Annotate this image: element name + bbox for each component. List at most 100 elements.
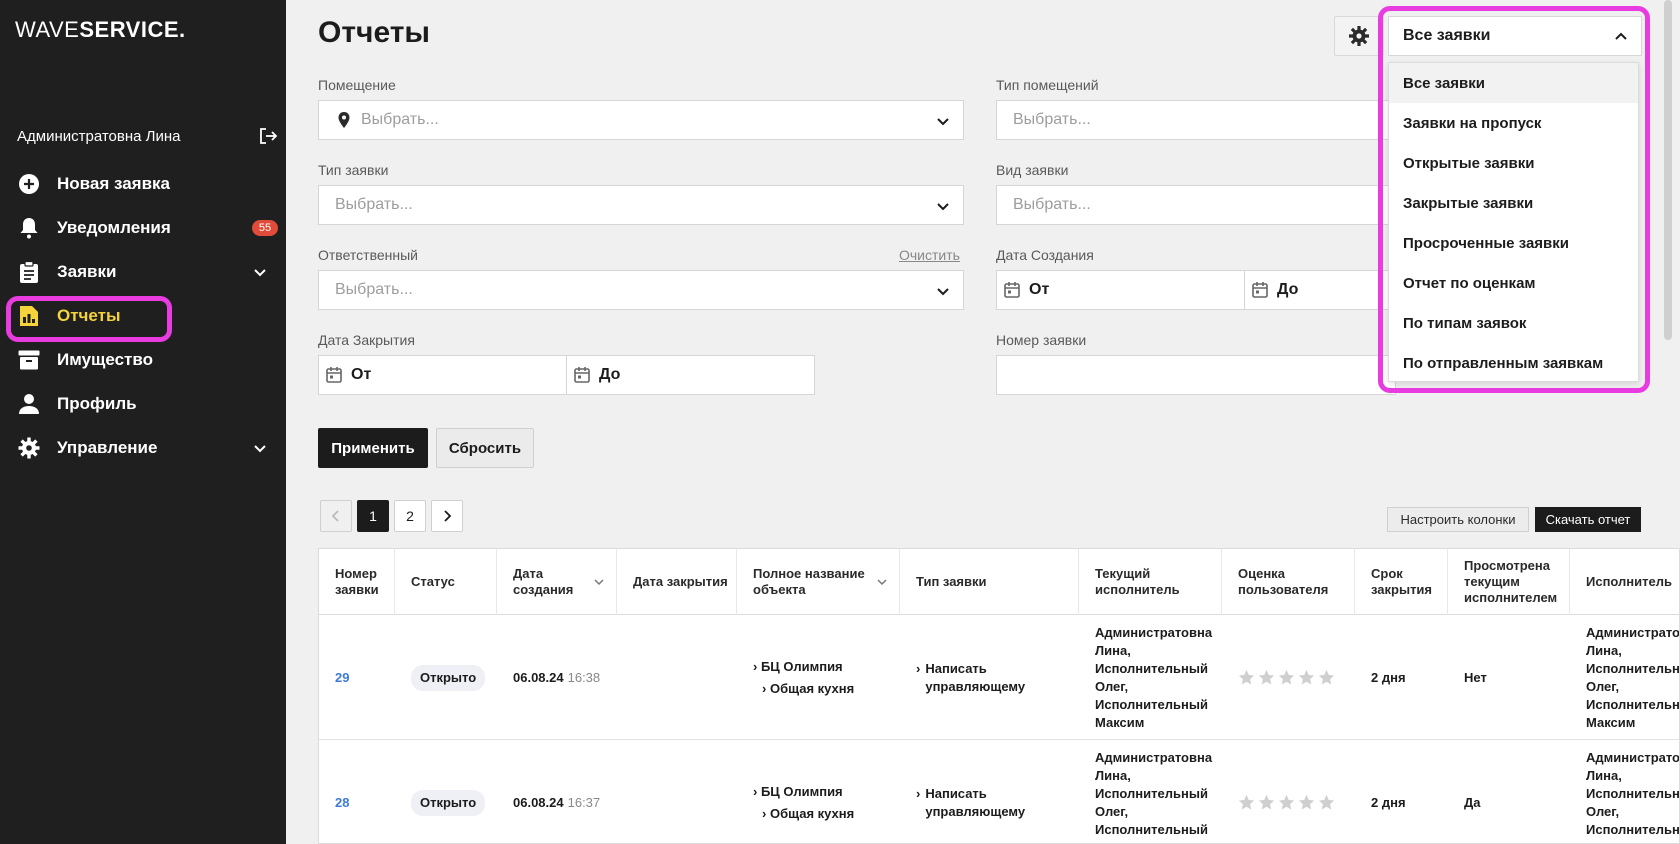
chevron-left-icon [331, 510, 339, 522]
star-icon [1258, 794, 1275, 810]
page-scrollbar[interactable] [1664, 0, 1672, 340]
notification-badge: 55 [252, 220, 278, 236]
date-to-label: До [1277, 281, 1299, 298]
sidebar-item-notifications[interactable]: Уведомления 55 [0, 206, 286, 250]
sidebar-item-reports[interactable]: Отчеты [0, 294, 286, 342]
logout-icon[interactable] [257, 125, 279, 147]
clear-link[interactable]: Очистить [899, 247, 960, 263]
request-kind-placeholder: Выбрать... [1013, 196, 1091, 213]
chevron-up-icon [1615, 32, 1627, 40]
request-number-input[interactable] [996, 355, 1396, 395]
star-icon [1298, 794, 1315, 810]
column-header-rating[interactable]: Оценка пользователя [1222, 549, 1355, 615]
sidebar: WAVESERVICE. Администратовна Лина Новая … [0, 0, 286, 844]
closed-to-field[interactable]: До [566, 355, 815, 395]
request-type-placeholder: Выбрать... [335, 196, 413, 213]
responsible-select[interactable]: Выбрать... [318, 270, 964, 310]
option-by-type[interactable]: По типам заявок [1389, 303, 1638, 343]
created-time: 16:37 [567, 794, 601, 810]
table-header: Номер заявки Статус Дата создания Дата з… [319, 549, 1679, 615]
settings-button[interactable] [1334, 16, 1384, 56]
request-number-link[interactable]: 28 [335, 794, 349, 812]
created-time: 16:38 [567, 669, 601, 685]
reset-button[interactable]: Сбросить [436, 428, 534, 468]
column-header-label: Дата создания [513, 566, 574, 597]
report-type-select[interactable]: Все заявки [1388, 16, 1642, 56]
created-date: 06.08.24 [513, 669, 564, 685]
option-by-sent[interactable]: По отправленным заявкам [1389, 343, 1638, 383]
apply-button[interactable]: Применить [318, 428, 428, 468]
next-page-button[interactable] [431, 500, 463, 532]
star-icon [1318, 794, 1335, 810]
page-button-1[interactable]: 1 [357, 500, 389, 532]
sidebar-item-label: Заявки [57, 262, 117, 281]
option-pass-requests[interactable]: Заявки на пропуск [1389, 103, 1638, 143]
date-to-label: До [599, 366, 621, 383]
sidebar-item-management[interactable]: Управление [0, 426, 286, 470]
closed-date-label: Дата Закрытия [318, 332, 415, 348]
column-header-viewed[interactable]: Просмотрена текущим исполнителем [1448, 549, 1570, 615]
sidebar-item-requests[interactable]: Заявки [0, 250, 286, 294]
sidebar-item-property[interactable]: Имущество [0, 338, 286, 382]
sidebar-item-new-request[interactable]: Новая заявка [0, 162, 286, 206]
page-button-2[interactable]: 2 [394, 500, 426, 532]
column-header-status[interactable]: Статус [395, 549, 497, 615]
clipboard-icon [17, 260, 41, 284]
request-number-link[interactable]: 29 [335, 669, 349, 687]
column-header-label: Текущий исполнитель [1095, 566, 1180, 597]
report-type-selected: Все заявки [1403, 27, 1491, 44]
request-type-select[interactable]: Выбрать... [318, 185, 964, 225]
sidebar-item-profile[interactable]: Профиль [0, 382, 286, 426]
column-header-object[interactable]: Полное название объекта [737, 549, 900, 615]
closed-from-field[interactable]: От [318, 355, 567, 395]
viewed-status: Да [1464, 794, 1481, 810]
prev-page-button[interactable] [320, 500, 352, 532]
status-badge: Открыто [411, 664, 486, 691]
request-kind-select[interactable]: Выбрать... [996, 185, 1396, 225]
object-level-1: › БЦ Олимпия [753, 783, 843, 799]
pagination: 1 2 [320, 500, 463, 532]
table-row[interactable]: 29 Открыто 06.08.24 16:38 › БЦ Олимпия › … [319, 615, 1679, 740]
app-logo[interactable]: WAVESERVICE. [15, 17, 186, 43]
highlight-outline [6, 296, 172, 342]
option-overdue[interactable]: Просроченные заявки [1389, 223, 1638, 263]
option-ratings-report[interactable]: Отчет по оценкам [1389, 263, 1638, 303]
chevron-down-icon[interactable] [250, 438, 270, 458]
page-title: Отчеты [318, 16, 431, 49]
user-row: Администратовна Лина [17, 124, 279, 148]
rating-stars [1238, 794, 1335, 811]
created-from-field[interactable]: От [996, 270, 1245, 310]
room-type-select[interactable]: Выбрать... [996, 100, 1396, 140]
date-from-label: От [351, 366, 372, 383]
chevron-down-icon [937, 203, 949, 211]
option-open[interactable]: Открытые заявки [1389, 143, 1638, 183]
plus-circle-icon [17, 172, 41, 196]
chevron-down-icon[interactable] [250, 262, 270, 282]
column-header-number[interactable]: Номер заявки [319, 549, 395, 615]
current-executor: Администратовна Лина, Исполнительный Оле… [1095, 624, 1213, 730]
room-select[interactable]: Выбрать... [318, 100, 964, 140]
gear-icon [17, 436, 41, 460]
request-type: Написать управляющему [925, 785, 1026, 819]
object-level-2: › Общая кухня [762, 805, 855, 821]
column-header-type[interactable]: Тип заявки [900, 549, 1079, 615]
viewed-status: Нет [1464, 669, 1487, 685]
option-closed[interactable]: Закрытые заявки [1389, 183, 1638, 223]
sort-chevron-icon[interactable] [875, 575, 889, 589]
chevron-right-icon [444, 510, 452, 522]
option-all[interactable]: Все заявки [1389, 63, 1638, 103]
column-header-deadline[interactable]: Срок закрытия [1355, 549, 1448, 615]
download-report-button[interactable]: Скачать отчет [1535, 507, 1641, 532]
column-header-closed[interactable]: Дата закрытия [617, 549, 737, 615]
star-icon [1278, 794, 1295, 810]
created-date: 06.08.24 [513, 794, 564, 810]
table-row[interactable]: 28 Открыто 06.08.24 16:37 › БЦ Олимпия › … [319, 740, 1679, 844]
column-header-performer[interactable]: Исполнитель [1570, 549, 1679, 615]
created-to-field[interactable]: До [1244, 270, 1396, 310]
column-header-executor[interactable]: Текущий исполнитель [1079, 549, 1222, 615]
column-header-created[interactable]: Дата создания [497, 549, 617, 615]
configure-columns-button[interactable]: Настроить колонки [1387, 507, 1529, 532]
sort-chevron-icon[interactable] [592, 575, 606, 589]
sidebar-item-label: Уведомления [57, 218, 171, 237]
request-number-label: Номер заявки [996, 332, 1087, 348]
